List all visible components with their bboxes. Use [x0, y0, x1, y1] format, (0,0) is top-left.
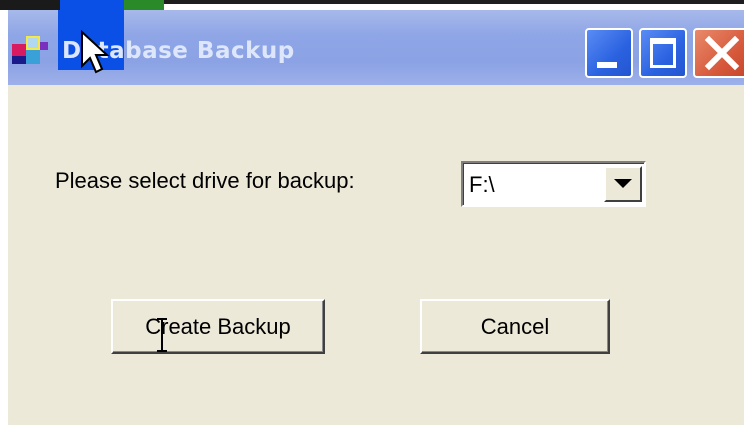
dropdown-button[interactable]: [604, 166, 642, 202]
mouse-pointer-icon: [81, 30, 110, 74]
close-button[interactable]: [693, 28, 744, 78]
maximize-icon: [650, 38, 676, 68]
background-bit: [60, 0, 124, 10]
chevron-down-icon: [614, 179, 632, 188]
text-cursor-icon: [157, 318, 167, 352]
background-bit: [164, 0, 744, 4]
minimize-icon: [597, 62, 617, 68]
maximize-button[interactable]: [639, 28, 687, 78]
create-backup-button[interactable]: Create Backup: [111, 299, 325, 354]
cancel-button[interactable]: Cancel: [420, 299, 610, 354]
title-bar[interactable]: Database Backup: [8, 10, 744, 85]
drive-select-label: Please select drive for backup:: [55, 168, 355, 193]
minimize-button[interactable]: [585, 28, 633, 78]
close-icon: [704, 35, 740, 71]
background-bit: [0, 0, 60, 10]
drive-select[interactable]: F:\: [461, 161, 646, 207]
background-bit: [124, 0, 164, 10]
database-backup-window: Database Backup Please select drive for …: [8, 10, 744, 425]
app-icon[interactable]: [12, 32, 58, 68]
drive-select-value: F:\: [469, 172, 495, 197]
